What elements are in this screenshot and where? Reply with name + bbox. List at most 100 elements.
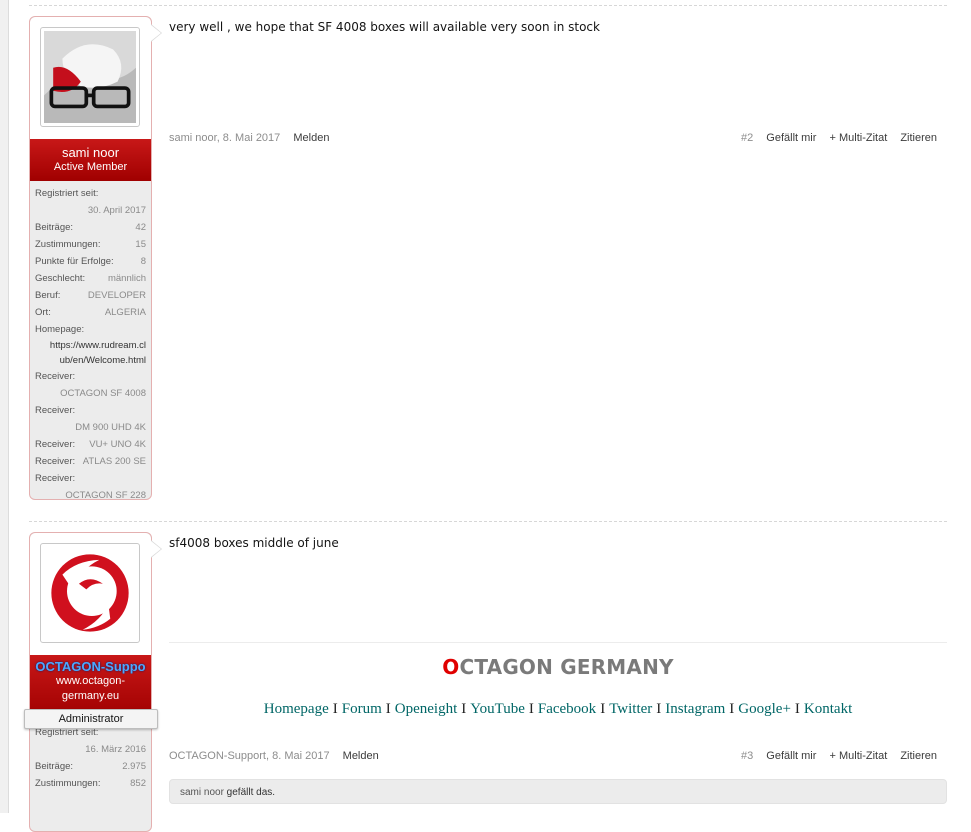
multiquote-link[interactable]: + Multi-Zitat [829, 750, 887, 762]
stat-occupation: Beruf: DEVELOPER [35, 287, 146, 304]
like-link[interactable]: Gefällt mir [766, 750, 816, 762]
stat-receiver: Receiver: VU+ UNO 4K [35, 436, 146, 453]
stat-label: Zustimmungen: [35, 778, 101, 789]
stat-receiver-value: OCTAGON SF 228 [65, 490, 146, 501]
message-pointer [151, 541, 161, 557]
user-title-line1: www.octagon- [55, 675, 126, 687]
avatar[interactable] [40, 543, 140, 643]
stat-gender: Geschlecht: männlich [35, 270, 146, 287]
stat-value[interactable]: 42 [135, 219, 146, 236]
post-number-link[interactable]: #3 [741, 750, 753, 762]
link-separator: I [729, 701, 735, 717]
signature-link-facebook[interactable]: Facebook [538, 701, 596, 717]
quote-link[interactable]: Zitieren [900, 132, 937, 144]
stat-homepage-label: Homepage: [35, 324, 85, 335]
message-meta: OCTAGON-Support, 8. Mai 2017 Melden #3 G… [169, 750, 937, 762]
signature-links: Homepage I Forum I Openeight I YouTube I Faceboo… [169, 701, 947, 718]
meta-right: #2 Gefällt mir + Multi-Zitat Zitieren [731, 132, 937, 144]
post-2: sami noor Active Member Registriert seit… [29, 16, 947, 506]
link-separator: I [385, 701, 391, 717]
stat-value: männlich [107, 273, 146, 284]
message-body: very well , we hope that SF 4008 boxes w… [169, 20, 600, 34]
left-rail [0, 0, 9, 813]
stat-receiver-value: OCTAGON SF 4008 [60, 388, 146, 399]
stat-posts: Beiträge: 42 [35, 219, 146, 236]
signature-link-homepage[interactable]: Homepage [264, 701, 329, 717]
user-title: Active Member [53, 161, 128, 173]
octagon-logo-icon [44, 547, 136, 639]
signature-title: OCTAGON GERMANY [169, 655, 947, 679]
like-link[interactable]: Gefällt mir [766, 132, 816, 144]
liker-username[interactable]: sami noor [180, 787, 224, 798]
signature-title-rest: CTAGON GERMANY [459, 655, 674, 679]
meta-left: OCTAGON-Support, 8. Mai 2017 Melden [169, 750, 379, 762]
stat-value: 15 [135, 239, 146, 250]
stat-label: Zustimmungen: [35, 239, 101, 250]
stat-receiver: Receiver: ATLAS 200 SE [35, 453, 146, 470]
message-body: sf4008 boxes middle of june [169, 536, 339, 550]
stat-label: Ort: [35, 307, 51, 318]
user-info-panel: sami noor Active Member Registriert seit… [29, 16, 162, 501]
link-separator: I [656, 701, 662, 717]
link-separator: I [461, 701, 467, 717]
signature: OCTAGON GERMANY Homepage I Forum I Openeight… [169, 642, 947, 733]
signature-link-forum[interactable]: Forum [342, 701, 382, 717]
role-badge: Administrator [24, 709, 158, 729]
signature-link-twitter[interactable]: Twitter [609, 701, 652, 717]
signature-link-googleplus[interactable]: Google+ [738, 701, 791, 717]
quote-link[interactable]: Zitieren [900, 750, 937, 762]
homepage-link-line1[interactable]: https://www.rudream.cl [35, 338, 146, 353]
link-separator: I [332, 701, 338, 717]
link-separator: I [600, 701, 606, 717]
stat-registered-value: 16. März 2016 [85, 744, 146, 755]
signature-link-openeight[interactable]: Openeight [395, 701, 457, 717]
avatar-image [44, 31, 136, 123]
author-date[interactable]: sami noor, 8. Mai 2017 [169, 132, 280, 144]
homepage-link-line2[interactable]: ub/en/Welcome.html [35, 353, 146, 368]
stat-value: ATLAS 200 SE [82, 456, 146, 467]
avatar-area [30, 17, 162, 139]
message-pointer [151, 25, 161, 41]
stat-value: VU+ UNO 4K [89, 439, 146, 450]
stat-value[interactable]: ALGERIA [105, 304, 146, 321]
report-link[interactable]: Melden [343, 750, 379, 762]
signature-link-youtube[interactable]: YouTube [470, 701, 525, 717]
stat-trophy-points: Punkte für Erfolge: 8 [35, 253, 146, 270]
username[interactable]: OCTAGON-Suppo [32, 659, 149, 674]
stat-label: Receiver: [35, 439, 76, 450]
stat-likes: Zustimmungen: 15 [35, 236, 146, 253]
stat-registered-label: Registriert seit: [35, 188, 99, 199]
multiquote-link[interactable]: + Multi-Zitat [829, 132, 887, 144]
post-separator [29, 5, 947, 6]
author-date[interactable]: OCTAGON-Support, 8. Mai 2017 [169, 750, 330, 762]
stat-label: Beiträge: [35, 222, 74, 233]
link-separator: I [794, 701, 800, 717]
signature-link-instagram[interactable]: Instagram [665, 701, 725, 717]
stat-label: Beruf: [35, 290, 61, 301]
user-info-panel: OCTAGON-Suppo www.octagon- germany.eu Re… [29, 532, 162, 832]
stat-likes: Zustimmungen: 852 [35, 775, 146, 792]
stat-receiver-label: Receiver: [35, 371, 76, 382]
stat-receiver-label: Receiver: [35, 473, 76, 484]
stat-value: DEVELOPER [87, 290, 146, 301]
meta-left: sami noor, 8. Mai 2017 Melden [169, 132, 329, 144]
report-link[interactable]: Melden [293, 132, 329, 144]
post-3: OCTAGON-Suppo www.octagon- germany.eu Re… [24, 532, 947, 832]
avatar[interactable] [40, 27, 140, 127]
user-nameplate: sami noor Active Member [30, 139, 151, 181]
stat-receiver-value: DM 900 UHD 4K [75, 422, 146, 433]
link-separator: I [528, 701, 534, 717]
username[interactable]: sami noor [32, 145, 149, 160]
post-separator [29, 521, 947, 522]
stat-location: Ort: ALGERIA [35, 304, 146, 321]
stat-value[interactable]: 2.975 [122, 758, 146, 775]
stat-value[interactable]: 8 [141, 253, 146, 270]
stat-receiver-label: Receiver: [35, 405, 76, 416]
stat-value: 852 [130, 778, 146, 789]
user-stats: Registriert seit: 30. April 2017 Beiträg… [30, 181, 151, 508]
message-meta: sami noor, 8. Mai 2017 Melden #2 Gefällt… [169, 132, 937, 144]
stat-posts: Beiträge: 2.975 [35, 758, 146, 775]
post-number-link[interactable]: #2 [741, 132, 753, 144]
stat-registered-value: 30. April 2017 [87, 205, 146, 216]
signature-link-kontakt[interactable]: Kontakt [804, 701, 852, 717]
